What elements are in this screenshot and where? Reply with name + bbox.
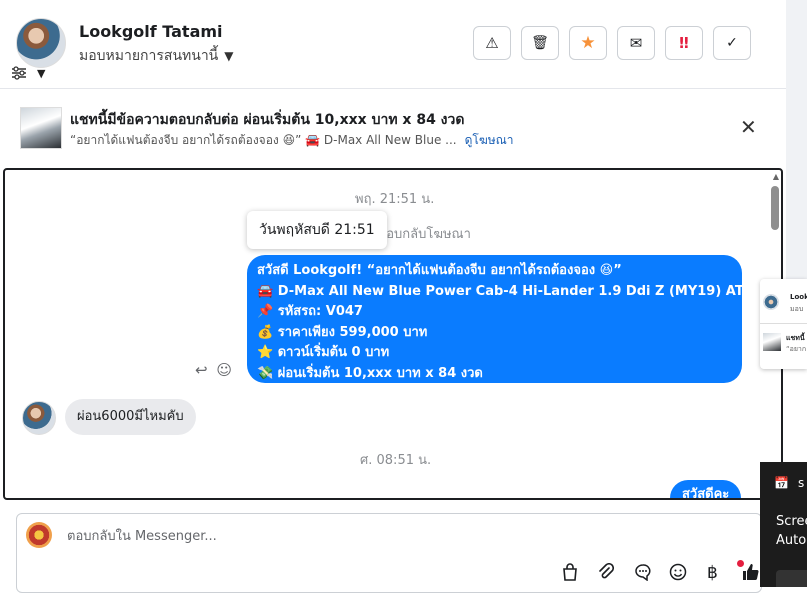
- chat-bubble-icon[interactable]: [634, 563, 652, 586]
- paperclip-icon[interactable]: [598, 562, 615, 586]
- ad-banner-subtitle-row: “อยากได้แฟนต้องจีบ อยากได้รถต้องจอง 😆” 🚘…: [70, 131, 514, 150]
- message-line: ⭐ ดาวน์เริ่มต้น 0 บาท: [257, 345, 390, 360]
- preview-subtitle: “อยาก: [786, 345, 807, 353]
- bag-icon[interactable]: [562, 563, 578, 586]
- preview-name: Look: [790, 293, 807, 301]
- page-avatar: [26, 522, 52, 548]
- reply-arrow-icon[interactable]: ↩: [195, 361, 208, 379]
- caret-down-icon: ▼: [224, 49, 234, 63]
- view-ad-link[interactable]: ดูโฆษณา: [465, 133, 514, 147]
- preview-thumbnail: [763, 333, 781, 351]
- mail-icon: ✉: [629, 34, 643, 52]
- popup-line: Scree: [776, 514, 807, 529]
- page-background-edge: [786, 0, 807, 279]
- popup-button[interactable]: [776, 570, 807, 587]
- preview-sub: มอบ: [790, 305, 804, 313]
- mark-star-button[interactable]: ★: [569, 26, 607, 60]
- trash-icon: 🗑: [531, 35, 549, 51]
- ad-banner-title: แชทนี้มีข้อความตอบกลับต่อ ผ่อนเริ่มต้น 1…: [70, 112, 465, 128]
- reply-input[interactable]: [65, 528, 709, 545]
- message-composer: ฿: [16, 513, 762, 593]
- thumbs-up-icon[interactable]: [741, 563, 759, 586]
- popup-icon: 📅: [774, 476, 789, 490]
- popup-line: Auto: [776, 533, 807, 548]
- dark-popup-panel[interactable]: 📅 s Scree Auto: [760, 462, 807, 587]
- ad-banner-subtitle: “อยากได้แฟนต้องจีบ อยากได้รถต้องจอง 😆” 🚘…: [70, 133, 457, 147]
- popup-line: s: [798, 476, 805, 490]
- assign-conversation-dropdown[interactable]: มอบหมายการสนทนานี้ ▼: [79, 45, 233, 67]
- filter-caret-down-icon[interactable]: ▼: [37, 67, 45, 80]
- message-actions: ↩ ☺: [195, 361, 232, 379]
- baht-icon[interactable]: ฿: [707, 563, 718, 583]
- divider: [760, 323, 807, 324]
- delete-button[interactable]: 🗑: [521, 26, 559, 60]
- follow-up-button[interactable]: ‼: [665, 26, 703, 60]
- scrollbar-thumb[interactable]: [771, 186, 779, 230]
- inbox-conversation-panel: Lookgolf Tatami มอบหมายการสนทนานี้ ▼ ▼ ⚠ …: [0, 0, 786, 593]
- double-exclamation-icon: ‼: [679, 34, 689, 52]
- ad-reply-banner: แชทนี้มีข้อความตอบกลับต่อ ผ่อนเริ่มต้น 1…: [0, 89, 786, 165]
- message-line: 🚘 D-Max All New Blue Power Cab-4 Hi-Land…: [257, 283, 783, 299]
- mark-done-button[interactable]: ✓: [713, 26, 751, 60]
- timestamp-divider: พฤ. 21:51 น.: [355, 192, 435, 207]
- contact-avatar-small[interactable]: [22, 401, 56, 435]
- assign-label: มอบหมายการสนทนานี้: [79, 48, 219, 64]
- contact-name[interactable]: Lookgolf Tatami: [79, 22, 223, 41]
- floating-notification-preview[interactable]: Look มอบ แชทนี้ “อยาก: [760, 279, 807, 369]
- star-icon: ★: [580, 33, 596, 53]
- mark-unread-button[interactable]: ✉: [617, 26, 655, 60]
- message-thread[interactable]: พฤ. 21:51 น. i ตอบกลับโฆษณา วันพฤหัสบดี …: [3, 168, 783, 500]
- filter-sliders-icon[interactable]: [11, 66, 27, 80]
- incoming-message-bubble[interactable]: ผ่อน6000มีไหมคับ: [65, 399, 196, 435]
- report-spam-button[interactable]: ⚠: [473, 26, 511, 60]
- outgoing-message-bubble[interactable]: สวัสดีคะ: [670, 480, 742, 498]
- preview-avatar: [763, 294, 779, 310]
- contact-avatar[interactable]: [16, 18, 66, 68]
- outgoing-message-bubble[interactable]: สวัสดี Lookgolf! “อยากได้แฟนต้องจีบ อยาก…: [247, 255, 783, 383]
- message-line: 📌 รหัสรถ: V047: [257, 304, 363, 319]
- ad-car-thumbnail: [20, 107, 62, 149]
- warning-icon: ⚠: [485, 34, 499, 52]
- close-icon[interactable]: ✕: [740, 115, 757, 139]
- timestamp-divider: ศ. 08:51 น.: [360, 453, 432, 468]
- scroll-up-arrow-icon[interactable]: ▲: [773, 172, 779, 181]
- check-icon: ✓: [726, 35, 738, 51]
- preview-title: แชทนี้: [786, 334, 805, 342]
- emoji-icon[interactable]: [669, 563, 687, 586]
- react-emoji-icon[interactable]: ☺: [216, 361, 232, 379]
- message-line: สวัสดี Lookgolf! “อยากได้แฟนต้องจีบ อยาก…: [257, 263, 622, 278]
- message-line: 💰 ราคาเพียง 599,000 บาท: [257, 324, 428, 340]
- message-line: 💸 ผ่อนเริ่มต้น 10,xxx บาท x 84 งวด: [257, 365, 483, 381]
- conversation-header: Lookgolf Tatami มอบหมายการสนทนานี้ ▼ ▼ ⚠ …: [0, 0, 786, 89]
- timestamp-tooltip: วันพฤหัสบดี 21:51: [247, 211, 387, 249]
